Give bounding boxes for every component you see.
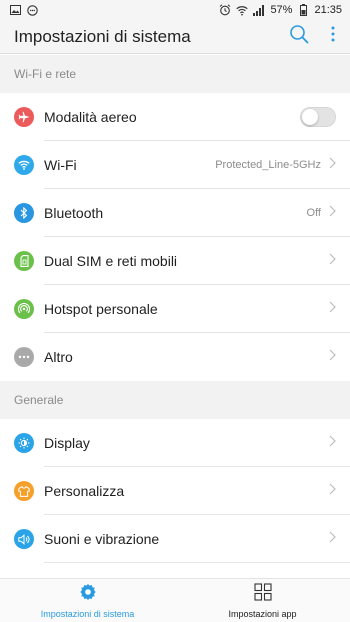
chevron-right-icon	[329, 434, 336, 452]
wifi-network-value: Protected_Line-5GHz	[215, 158, 321, 171]
bottom-nav: Impostazioni di sistema Impostazioni app	[0, 578, 350, 622]
status-bar: 57% 21:35	[0, 0, 350, 20]
chevron-right-icon	[329, 300, 336, 318]
toggle-knob	[302, 108, 318, 125]
airplane-mode-toggle[interactable]	[300, 106, 336, 127]
tab-label: Impostazioni di sistema	[40, 608, 135, 619]
row-label: Dual SIM e reti mobili	[44, 252, 178, 269]
wifi-icon	[236, 4, 249, 16]
more-vert-icon	[331, 26, 335, 47]
row-hotspot[interactable]: Hotspot personale	[0, 285, 350, 333]
row-modalita-aereo[interactable]: Modalità aereo	[0, 93, 350, 141]
row-suoni-e-vibrazione[interactable]: Suoni e vibrazione	[0, 515, 350, 563]
row-label: Suoni e vibrazione	[44, 530, 160, 547]
row-content: Display	[44, 419, 350, 467]
settings-list[interactable]: Wi-Fi e rete Modalità aereo Wi-Fi Protec…	[0, 55, 350, 578]
image-icon	[9, 4, 21, 16]
row-altro[interactable]: Altro	[0, 333, 350, 381]
row-label: Wi-Fi	[44, 156, 77, 173]
section-wifi-e-rete: Modalità aereo Wi-Fi Protected_Line-5GHz…	[0, 93, 350, 381]
section-header-generale: Generale	[0, 381, 350, 419]
speaker-icon	[14, 529, 34, 549]
row-label: Modalità aereo	[44, 108, 137, 125]
search-icon	[289, 24, 309, 49]
row-content: Bluetooth Off	[44, 189, 350, 237]
airplane-icon	[14, 107, 34, 127]
battery-percent: 57%	[270, 4, 293, 16]
section-generale: Display Personalizza Suoni e vibrazione	[0, 419, 350, 578]
row-partially-visible[interactable]	[0, 563, 350, 578]
chevron-right-icon	[329, 348, 336, 366]
row-label: Hotspot personale	[44, 300, 158, 317]
more-options-button[interactable]	[316, 20, 350, 54]
status-bar-left	[9, 4, 38, 16]
signal-icon	[253, 4, 265, 16]
wifi-icon	[14, 155, 34, 175]
clock: 21:35	[314, 4, 342, 16]
row-content: Modalità aereo	[44, 93, 350, 141]
page-title: Impostazioni di sistema	[14, 26, 191, 46]
shirt-icon	[14, 481, 34, 501]
hotspot-icon	[14, 299, 34, 319]
chevron-right-icon	[329, 482, 336, 500]
grid-icon	[253, 582, 272, 606]
app-bar: Impostazioni di sistema	[0, 20, 350, 54]
tab-label: Impostazioni app	[228, 608, 297, 619]
row-content: Altro	[44, 333, 350, 381]
row-content: Hotspot personale	[44, 285, 350, 333]
tab-impostazioni-app[interactable]: Impostazioni app	[175, 579, 350, 622]
dots-icon	[14, 347, 34, 367]
brightness-icon	[14, 433, 34, 453]
row-dual-sim[interactable]: Dual SIM e reti mobili	[0, 237, 350, 285]
chevron-right-icon	[329, 156, 336, 174]
row-content: Personalizza	[44, 467, 350, 515]
bluetooth-icon	[14, 203, 34, 223]
row-content: Wi-Fi Protected_Line-5GHz	[44, 141, 350, 189]
row-bluetooth[interactable]: Bluetooth Off	[0, 189, 350, 237]
row-label: Display	[44, 434, 90, 451]
bluetooth-status-value: Off	[306, 206, 321, 219]
chat-icon	[26, 4, 38, 16]
row-content: Suoni e vibrazione	[44, 515, 350, 563]
sim-icon	[14, 251, 34, 271]
row-label: Altro	[44, 349, 73, 365]
row-display[interactable]: Display	[0, 419, 350, 467]
row-personalizza[interactable]: Personalizza	[0, 467, 350, 515]
alarm-icon	[219, 4, 231, 16]
chevron-right-icon	[329, 530, 336, 548]
row-content	[44, 563, 350, 578]
battery-icon	[297, 4, 309, 16]
search-button[interactable]	[282, 20, 316, 54]
status-bar-right: 57% 21:35	[219, 4, 342, 16]
row-label: Bluetooth	[44, 204, 104, 221]
row-content: Dual SIM e reti mobili	[44, 237, 350, 285]
section-header-wifi-e-rete: Wi-Fi e rete	[0, 55, 350, 93]
chevron-right-icon	[329, 252, 336, 270]
tab-impostazioni-di-sistema[interactable]: Impostazioni di sistema	[0, 579, 175, 622]
gear-icon	[79, 583, 97, 606]
row-wifi[interactable]: Wi-Fi Protected_Line-5GHz	[0, 141, 350, 189]
row-label: Personalizza	[44, 482, 125, 499]
chevron-right-icon	[329, 204, 336, 222]
